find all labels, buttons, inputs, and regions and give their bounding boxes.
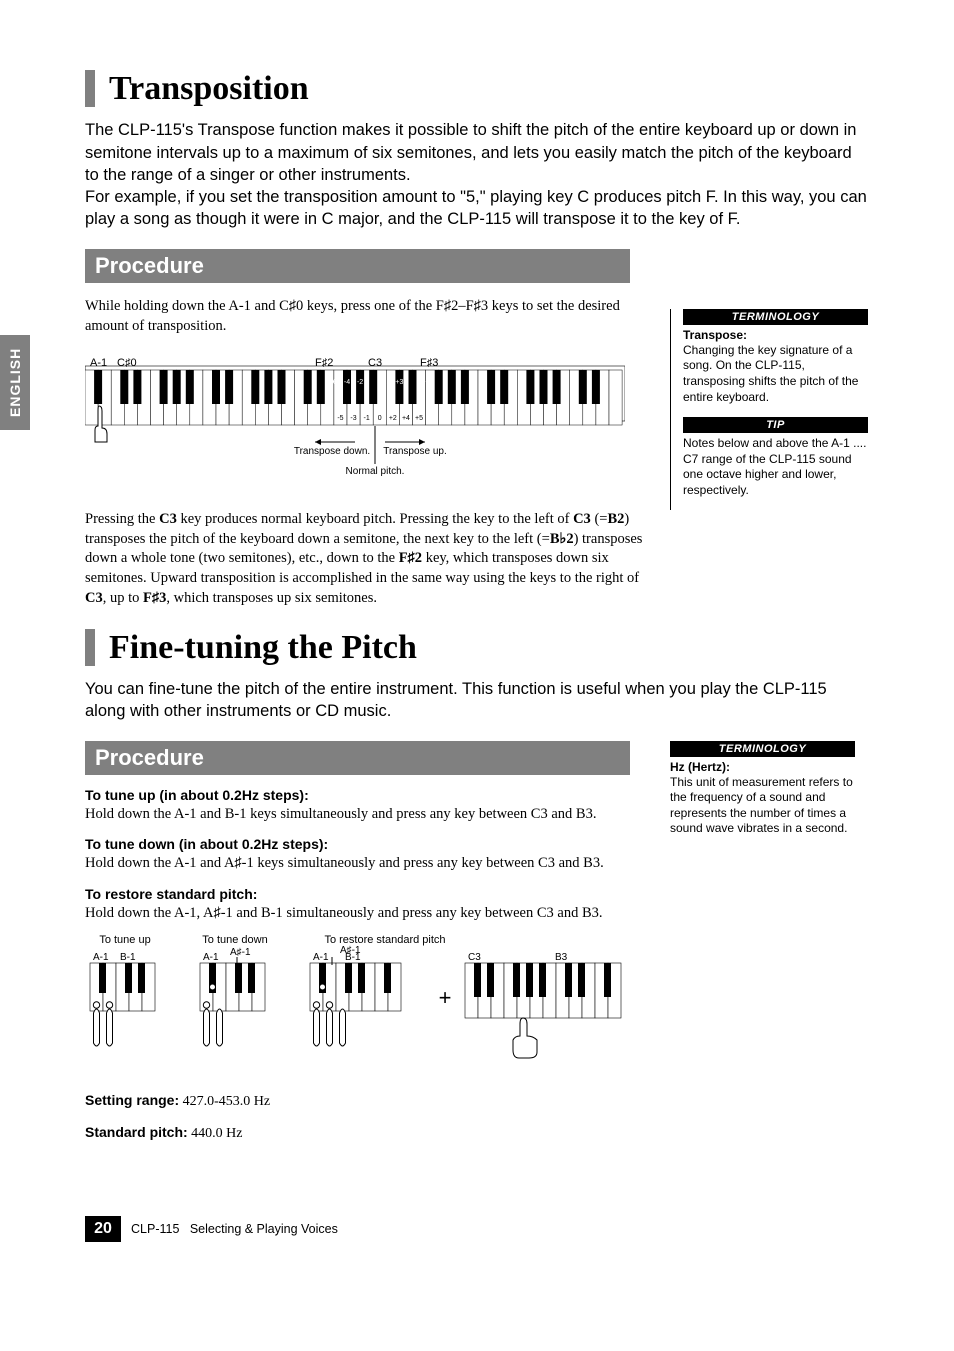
tuneup-head: To tune up (in about 0.2Hz steps): (85, 787, 650, 803)
restore-text: Hold down the A-1, A♯-1 and B-1 simultan… (85, 904, 650, 924)
label-c3: C3 (368, 357, 382, 369)
terminology-label-1: TERMINOLOGY (683, 309, 868, 325)
procedure-text-2: Pressing the C3 key produces normal keyb… (85, 510, 650, 608)
svg-text:B-1: B-1 (120, 952, 136, 963)
svg-text:A-1: A-1 (203, 952, 219, 963)
svg-text:+5: +5 (415, 415, 423, 422)
term-title-transpose: Transpose: (683, 328, 868, 342)
svg-text:-4: -4 (344, 379, 350, 386)
procedure-heading-2: Procedure (85, 741, 630, 775)
caption-normal: Normal pitch. (346, 466, 405, 477)
tip-text: Notes below and above the A-1 .... C7 ra… (683, 436, 868, 498)
tunedown-head: To tune down (in about 0.2Hz steps): (85, 836, 650, 852)
svg-text:-6: -6 (331, 379, 337, 386)
svg-text:0: 0 (378, 415, 382, 422)
svg-text:To tune up: To tune up (99, 934, 150, 946)
page-footer: 20 CLP-115 Selecting & Playing Voices (85, 1216, 869, 1242)
procedure-heading-1: Procedure (85, 249, 630, 283)
svg-text:-5: -5 (337, 415, 343, 422)
term-title-hz: Hz (Hertz): (670, 760, 855, 774)
term-text-hz: This unit of measurement refers to the f… (670, 775, 855, 837)
transpose-keyboard-svg: A-1 C♯0 F♯2 C3 F♯3 Transpose down. Norma… (85, 356, 625, 491)
svg-text:A-1: A-1 (93, 952, 109, 963)
svg-text:+3: +3 (395, 379, 403, 386)
svg-text:A♯-1: A♯-1 (230, 947, 251, 958)
intro-transposition: The CLP-115's Transpose function makes i… (85, 119, 869, 230)
footer-breadcrumb: Selecting & Playing Voices (190, 1222, 338, 1236)
svg-text:-2: -2 (357, 379, 363, 386)
term-text-transpose: Changing the key signature of a song. On… (683, 343, 868, 405)
footer-model: CLP-115 (131, 1222, 179, 1236)
label-a-1: A-1 (90, 357, 107, 369)
svg-text:+6: +6 (422, 379, 430, 386)
tuneup-text: Hold down the A-1 and B-1 keys simultane… (85, 805, 650, 825)
label-c0: C♯0 (117, 357, 137, 369)
svg-text:-1: -1 (364, 415, 370, 422)
svg-text:C3: C3 (468, 952, 481, 963)
svg-text:+2: +2 (389, 415, 397, 422)
terminology-label-2: TERMINOLOGY (670, 741, 855, 757)
label-fs3: F♯3 (420, 357, 438, 369)
svg-text:A-1: A-1 (313, 952, 329, 963)
label-fs2: F♯2 (315, 357, 333, 369)
tip-label: TIP (683, 417, 868, 433)
intro-finetune: You can fine-tune the pitch of the entir… (85, 678, 869, 723)
restore-head: To restore standard pitch: (85, 886, 650, 902)
svg-text:B3: B3 (555, 952, 568, 963)
page-number: 20 (85, 1216, 121, 1242)
section-title-transposition: Transposition (85, 70, 869, 107)
section-title-finetune: Fine-tuning the Pitch (85, 629, 869, 666)
setting-range: Setting range: 427.0-453.0 Hz (85, 1092, 650, 1110)
caption-down: Transpose down. (294, 446, 370, 457)
svg-text:-3: -3 (350, 415, 356, 422)
svg-text:To tune down: To tune down (202, 934, 267, 946)
svg-text:+4: +4 (402, 415, 410, 422)
finetune-diagrams: To tune up To tune down To restore stand… (85, 933, 645, 1073)
procedure-text-1: While holding down the A-1 and C♯0 keys,… (85, 297, 650, 336)
tunedown-text: Hold down the A-1 and A♯-1 keys simultan… (85, 854, 650, 874)
standard-pitch: Standard pitch: 440.0 Hz (85, 1124, 650, 1142)
svg-text:+: + (439, 985, 452, 1010)
svg-text:A♯-1: A♯-1 (340, 945, 361, 956)
svg-text:+1: +1 (382, 379, 390, 386)
caption-up: Transpose up. (383, 446, 447, 457)
